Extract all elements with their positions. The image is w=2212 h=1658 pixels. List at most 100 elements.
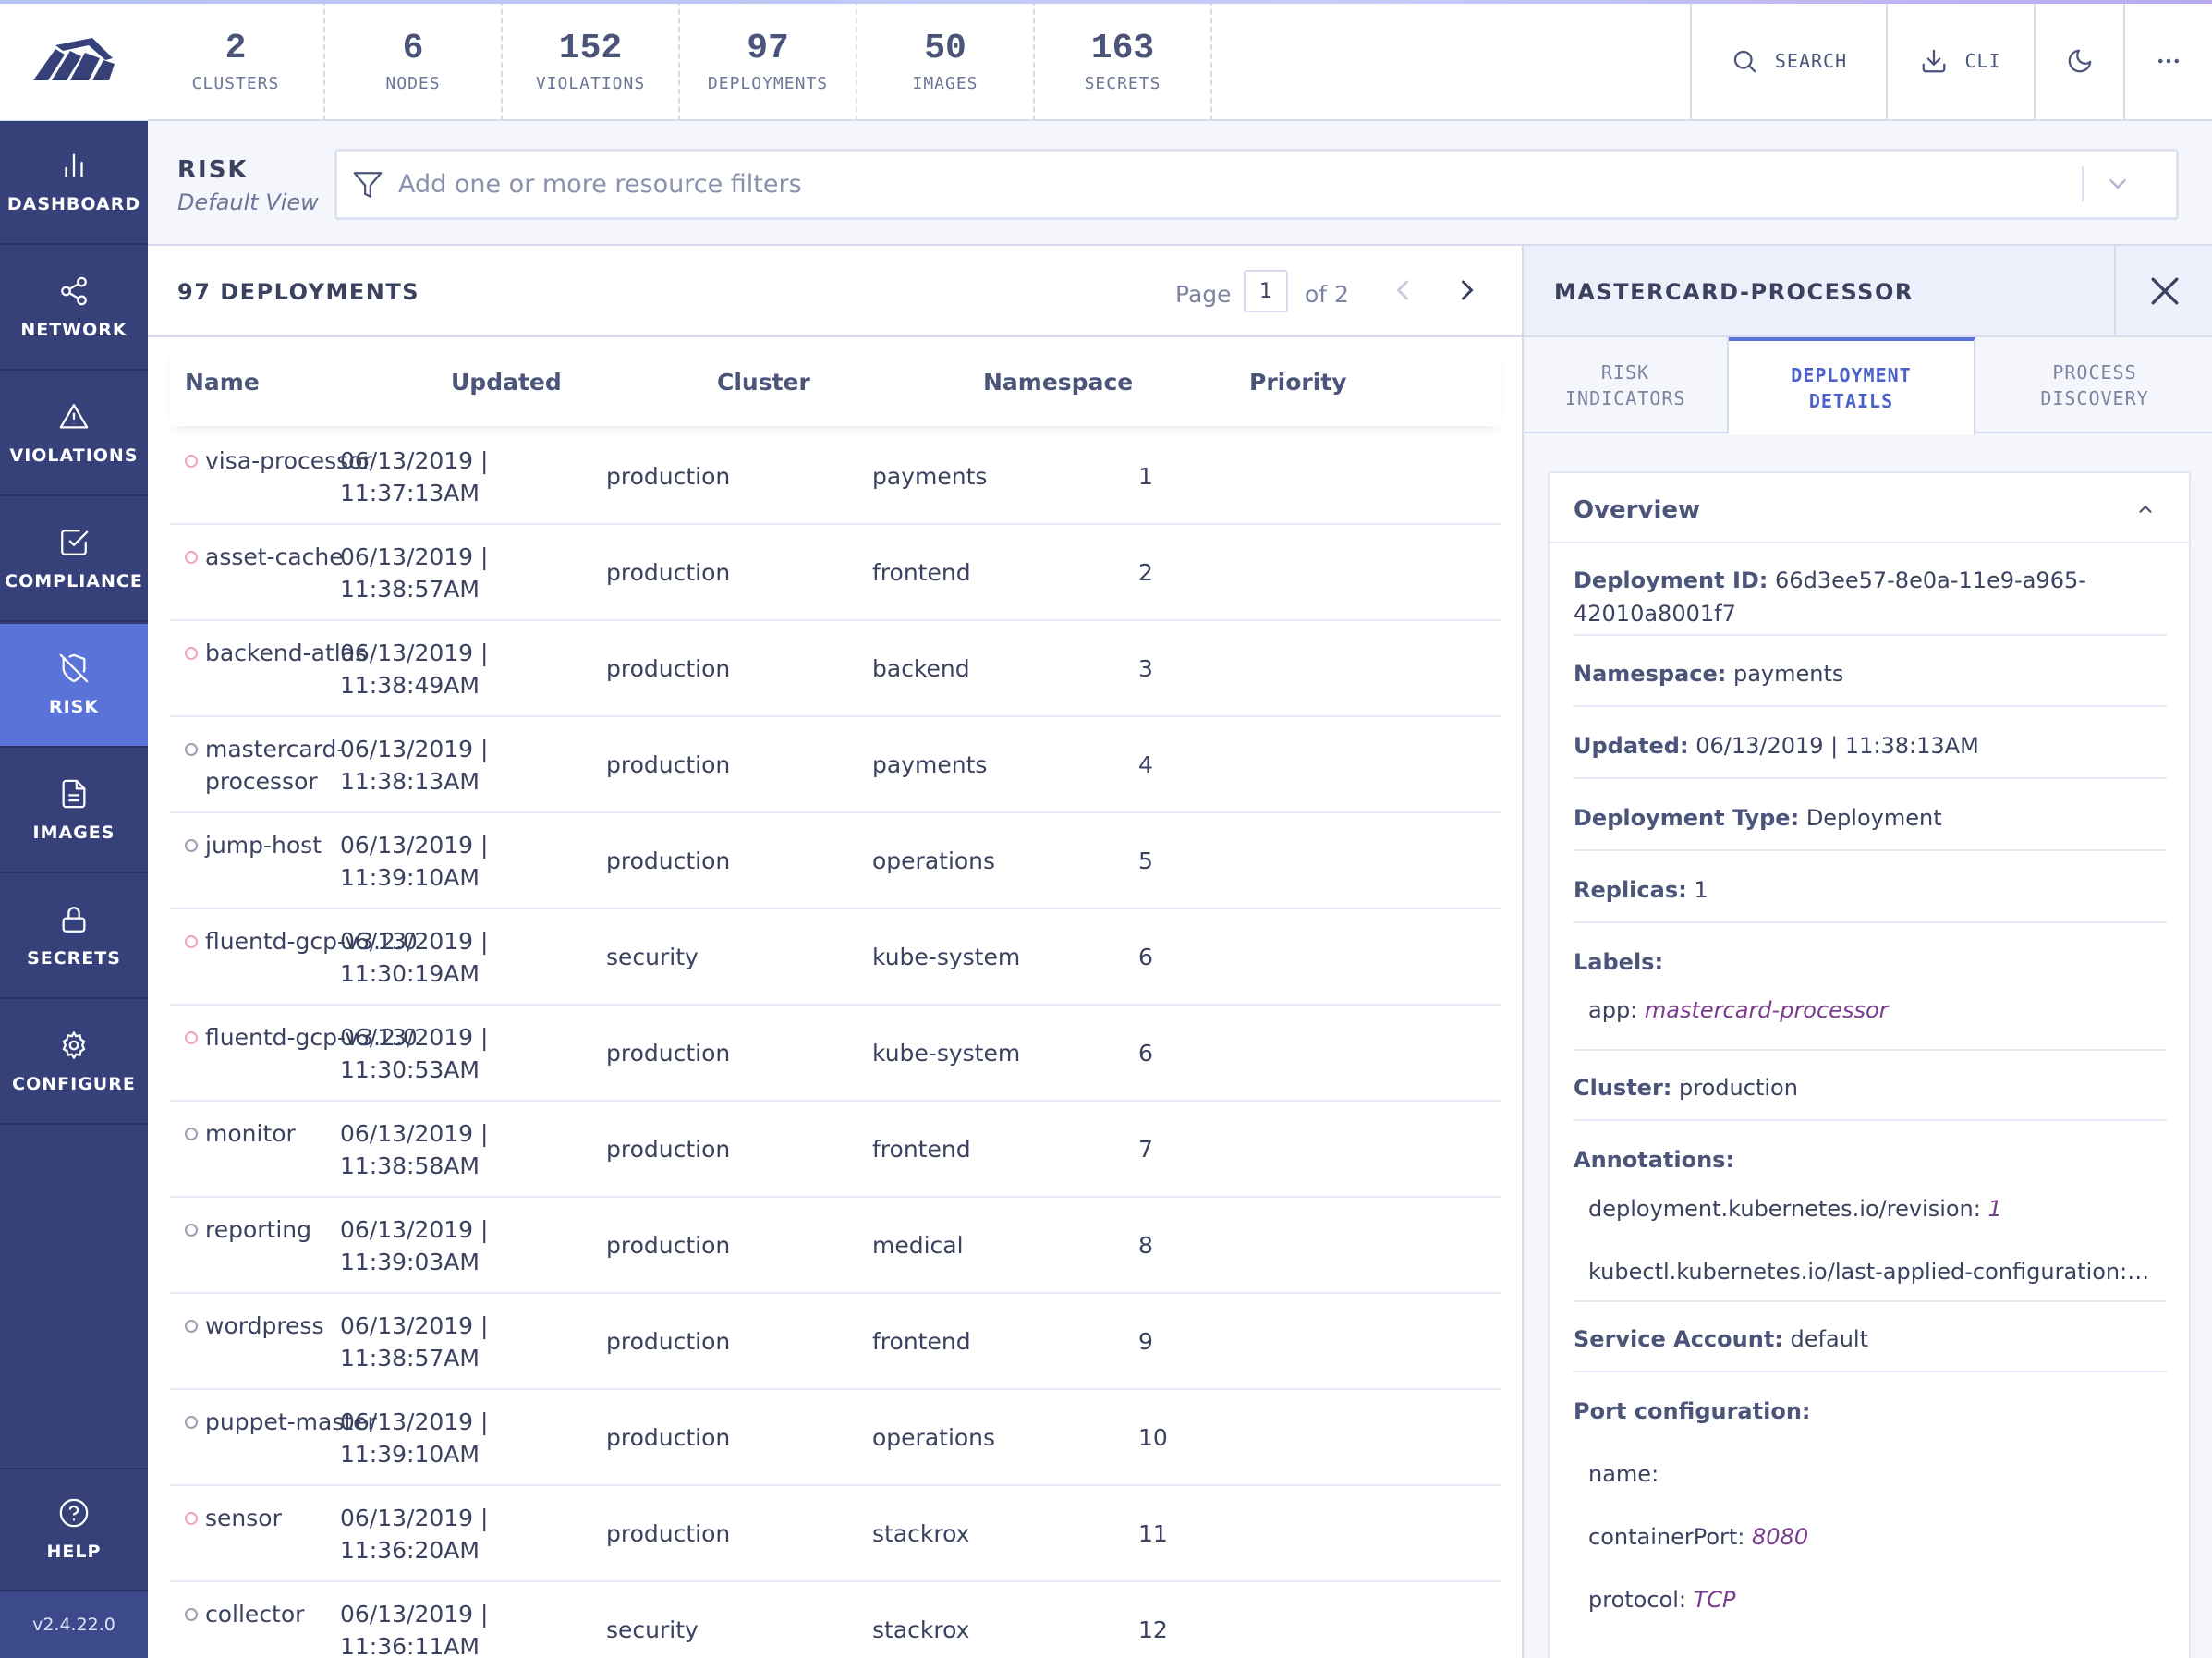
cluster-value: production (1679, 1075, 1798, 1101)
bar-chart-icon (65, 153, 83, 177)
stackrox-logo (33, 38, 115, 80)
filter-input[interactable] (398, 152, 2061, 217)
port-key: containerPort: (1588, 1524, 1745, 1550)
table-row[interactable]: fluentd-gcp-v3.2.0 06/13/2019 | 11:30:19A… (170, 909, 1501, 1006)
column-header-cluster[interactable]: Cluster (717, 369, 810, 396)
panel-title: 97 DEPLOYMENTS (177, 279, 420, 305)
help-circle-icon (59, 1498, 89, 1528)
nav-risk[interactable]: RISK (0, 624, 148, 748)
status-dot-icon (185, 743, 198, 756)
tab-process-discovery[interactable]: PROCESS DISCOVERY (1975, 337, 2212, 433)
nav-compliance[interactable]: COMPLIANCE (0, 498, 148, 622)
column-header-name[interactable]: Name (185, 369, 260, 396)
table-row[interactable]: asset-cache 06/13/2019 | 11:38:57AM produc… (170, 525, 1501, 621)
table-row[interactable]: wordpress 06/13/2019 | 11:38:57AM producti… (170, 1294, 1501, 1390)
port-value: TCP (1693, 1587, 1736, 1613)
nav-secrets[interactable]: SECRETS (0, 875, 148, 999)
tab-risk-indicators[interactable]: RISK INDICATORS (1524, 337, 1729, 433)
table-row[interactable]: collector 06/13/2019 | 11:36:11AM security… (170, 1582, 1501, 1658)
tab-label: RISK INDICATORS (1565, 361, 1686, 409)
updated-cell: 06/13/2019 | 11:30:19AM (340, 928, 489, 987)
namespace-cell: stackrox (872, 1520, 970, 1547)
nav-images[interactable]: IMAGES (0, 750, 148, 873)
deployment-name: monitor (205, 1120, 296, 1147)
nav-dashboard[interactable]: DASHBOARD (0, 121, 148, 245)
priority-cell: 3 (1138, 655, 1153, 682)
nav-label: COMPLIANCE (5, 571, 143, 591)
tab-deployment-details[interactable]: DEPLOYMENT DETAILS (1729, 337, 1975, 435)
column-header-priority[interactable]: Priority (1249, 369, 1347, 396)
summary-count: 50 (924, 28, 966, 68)
chevron-right-icon[interactable] (1451, 274, 1484, 307)
logo[interactable] (0, 0, 148, 121)
cluster-cell: production (606, 1424, 731, 1451)
replicas-field: Replicas: 1 (1574, 873, 2167, 923)
summary-deployments[interactable]: 97 DEPLOYMENTS (680, 0, 857, 121)
summary-clusters[interactable]: 2 CLUSTERS (148, 0, 325, 121)
column-header-namespace[interactable]: Namespace (983, 369, 1133, 396)
field-label: Cluster: (1574, 1075, 1672, 1101)
table-row[interactable]: sensor 06/13/2019 | 11:36:20AM production s… (170, 1486, 1501, 1582)
port-value: 8080 (1752, 1524, 1809, 1550)
chevron-left-icon[interactable] (1386, 274, 1419, 307)
summary-count: 152 (558, 28, 623, 68)
table-row[interactable]: monitor 06/13/2019 | 11:38:58AM production… (170, 1102, 1501, 1198)
table-row[interactable]: fluentd-gcp-v3.2.0 06/13/2019 | 11:30:53A… (170, 1006, 1501, 1102)
nav-configure[interactable]: CONFIGURE (0, 1001, 148, 1125)
table-row[interactable]: reporting 06/13/2019 | 11:39:03AM producti… (170, 1198, 1501, 1294)
table-row[interactable]: visa-processor 06/13/2019 | 11:37:13AM pro… (170, 429, 1501, 525)
status-dot-icon (185, 1416, 198, 1429)
detail-header: MASTERCARD-PROCESSOR (1524, 246, 2212, 337)
table-row[interactable]: puppet-master 06/13/2019 | 11:39:10AM prod… (170, 1390, 1501, 1486)
version-label: v2.4.22.0 (0, 1591, 148, 1658)
table-row[interactable]: backend-atlas 06/13/2019 | 11:38:49AM prod… (170, 621, 1501, 717)
nav-network[interactable]: NETWORK (0, 247, 148, 371)
cluster-cell: production (606, 655, 731, 682)
deployment-name: asset-cache (205, 543, 344, 570)
priority-cell: 6 (1138, 944, 1153, 970)
nav-violations[interactable]: VIOLATIONS (0, 372, 148, 496)
summary-secrets[interactable]: 163 SECRETS (1035, 0, 1212, 121)
cluster-cell: security (606, 1616, 699, 1643)
summary-label: CLUSTERS (191, 73, 280, 93)
cluster-cell: security (606, 944, 699, 970)
nav-label: VIOLATIONS (9, 445, 139, 466)
chevron-down-icon[interactable] (2104, 170, 2132, 198)
resource-filter[interactable] (334, 149, 2179, 220)
table-row[interactable]: jump-host 06/13/2019 | 11:39:10AM producti… (170, 813, 1501, 909)
summary-label: DEPLOYMENTS (707, 73, 829, 93)
column-header-updated[interactable]: Updated (451, 369, 562, 396)
priority-cell: 4 (1138, 751, 1153, 778)
theme-toggle-button[interactable] (2034, 0, 2123, 121)
namespace-cell: medical (872, 1232, 964, 1259)
page-number-input[interactable]: 1 (1244, 270, 1288, 312)
namespace-cell: operations (872, 847, 996, 874)
status-dot-icon (185, 551, 198, 564)
filter-divider (2082, 166, 2084, 201)
cli-download-button[interactable]: CLI (1886, 0, 2034, 121)
namespace-cell: kube-system (872, 944, 1021, 970)
field-label: Updated: (1574, 733, 1689, 759)
namespace-cell: payments (872, 463, 988, 490)
share-icon (61, 276, 87, 306)
nav-help[interactable]: HELP (0, 1468, 148, 1591)
close-button[interactable] (2114, 246, 2212, 335)
table-row[interactable]: mastercard-processor 06/13/2019 | 11:38:1… (170, 717, 1501, 813)
search-button[interactable]: SEARCH (1690, 0, 1886, 121)
deployments-table-body: visa-processor 06/13/2019 | 11:37:13AM pro… (170, 429, 1501, 1658)
tab-label: DEPLOYMENT DETAILS (1791, 364, 1912, 412)
namespace-cell: frontend (872, 1136, 971, 1163)
chevron-up-icon (2139, 505, 2152, 513)
summary-violations[interactable]: 152 VIOLATIONS (503, 0, 680, 121)
updated-cell: 06/13/2019 | 11:36:11AM (340, 1601, 489, 1658)
port-entry: name: (1588, 1457, 1659, 1491)
page-subtitle: Default View (177, 189, 319, 215)
overview-header[interactable]: Overview (1550, 473, 2189, 543)
summary-images[interactable]: 50 IMAGES (857, 0, 1035, 121)
deployment-name: reporting (205, 1216, 312, 1243)
detail-title: MASTERCARD-PROCESSOR (1554, 279, 1914, 305)
summary-nodes[interactable]: 6 NODES (325, 0, 503, 121)
cluster-cell: production (606, 1040, 731, 1067)
nav-label: CONFIGURE (12, 1074, 136, 1094)
more-menu-button[interactable] (2123, 0, 2212, 121)
